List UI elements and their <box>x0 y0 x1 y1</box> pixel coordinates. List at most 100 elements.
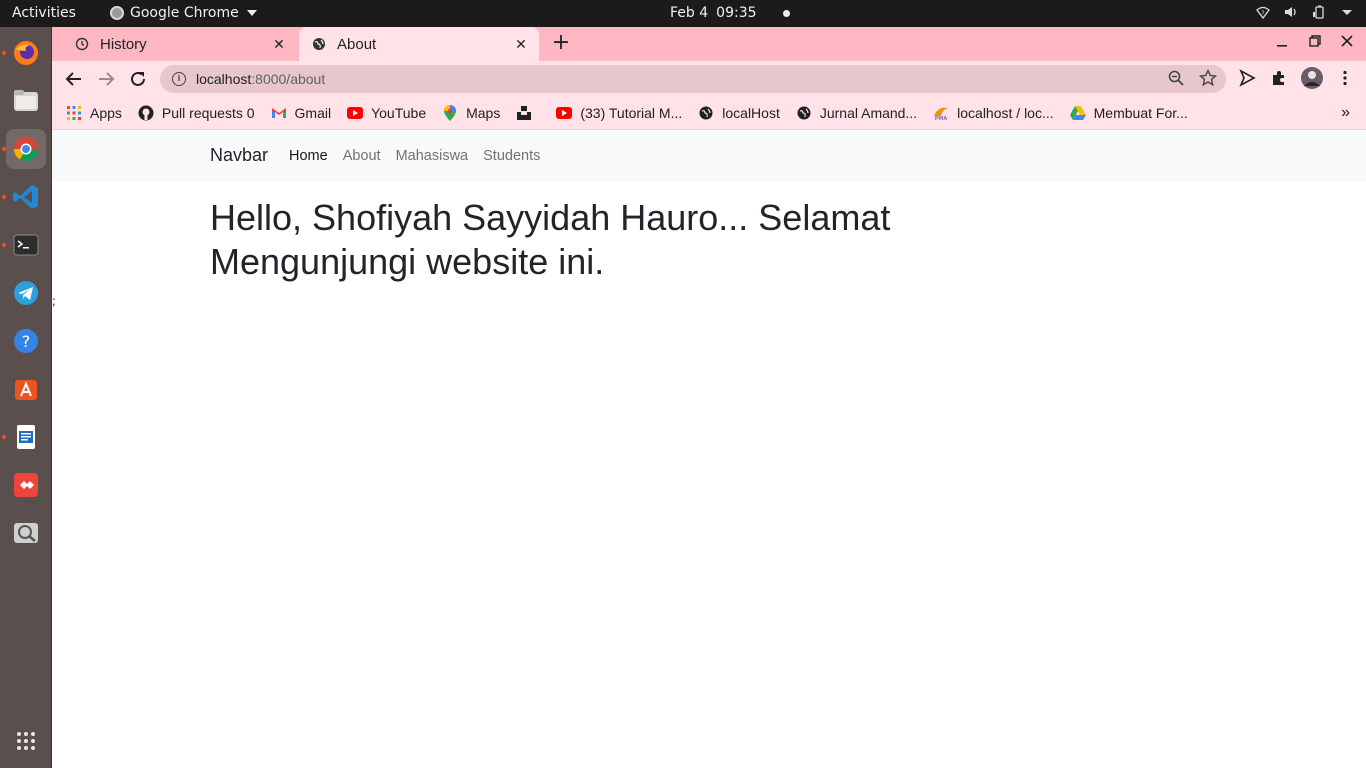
system-top-bar: Activities Google Chrome Feb 4 09:35 ? <box>0 0 1366 27</box>
bookmark-label: Gmail <box>294 105 332 121</box>
nav-link-mahasiswa[interactable]: Mahasiswa <box>396 148 469 164</box>
bookmark-star-icon[interactable] <box>1198 68 1218 87</box>
telegram-icon <box>14 281 38 305</box>
more-menu-icon[interactable] <box>1336 69 1354 87</box>
screenshot-icon <box>14 523 38 543</box>
svg-text:PMA: PMA <box>935 116 948 120</box>
bookmark-gmail[interactable]: Gmail <box>271 105 332 121</box>
close-icon[interactable]: ✕ <box>513 36 529 52</box>
history-icon <box>74 36 90 52</box>
close-icon[interactable]: ✕ <box>271 36 287 52</box>
minimize-icon[interactable] <box>1276 35 1288 51</box>
bookmark-membuat[interactable]: Membuat For... <box>1069 105 1188 121</box>
app-menu[interactable]: Google Chrome <box>110 5 257 21</box>
dock-libreoffice-writer[interactable] <box>6 417 46 457</box>
bookmark-localhost[interactable]: localHost <box>698 105 780 121</box>
close-window-icon[interactable] <box>1341 35 1353 51</box>
zoom-icon[interactable] <box>1167 69 1185 87</box>
wifi-icon: ? <box>1256 5 1270 20</box>
nav-link-students[interactable]: Students <box>483 148 540 164</box>
tab-title: History <box>100 35 147 53</box>
bookmark-unsplash[interactable] <box>516 105 540 121</box>
bookmark-jurnal[interactable]: Jurnal Amand... <box>796 105 917 121</box>
tab-title: About <box>337 35 377 53</box>
clock-date: Feb 4 <box>670 5 709 21</box>
clock[interactable]: Feb 4 09:35 <box>670 5 790 21</box>
svg-text:?: ? <box>1261 10 1264 17</box>
volume-icon <box>1284 5 1298 19</box>
globe-icon <box>311 36 327 52</box>
dock-firefox[interactable] <box>6 33 46 73</box>
extensions-icon[interactable] <box>1270 69 1288 87</box>
dock: ? <box>0 27 52 768</box>
bookmark-label: YouTube <box>371 105 427 121</box>
clock-time: 09:35 <box>716 5 757 21</box>
back-icon[interactable] <box>64 69 84 89</box>
address-bar[interactable]: i localhost:8000/about <box>160 65 1226 93</box>
apps-grid-icon <box>66 105 82 121</box>
site-navbar: Navbar Home About Mahasiswa Students <box>52 131 1366 181</box>
youtube-icon <box>556 105 573 121</box>
bookmark-apps[interactable]: Apps <box>66 105 122 121</box>
stray-text: ; <box>52 294 57 308</box>
bookmark-label: Maps <box>466 105 501 121</box>
reload-icon[interactable] <box>128 69 148 89</box>
web-page: Navbar Home About Mahasiswa Students Hel… <box>52 131 1366 768</box>
browser-toolbar: i localhost:8000/about <box>52 61 1366 97</box>
svg-text:?: ? <box>22 332 31 351</box>
bookmark-maps[interactable]: Maps <box>442 105 500 121</box>
bookmark-youtube[interactable]: YouTube <box>347 105 426 121</box>
bookmark-tutorial[interactable]: (33) Tutorial M... <box>556 105 682 121</box>
system-tray[interactable]: ? <box>1256 5 1354 20</box>
caret-down-icon <box>246 10 257 16</box>
app-menu-label: Google Chrome <box>130 5 239 21</box>
dock-show-apps[interactable] <box>6 721 46 761</box>
bookmark-label: (33) Tutorial M... <box>580 105 683 121</box>
chrome-window: History ✕ About ✕ + i localhost:8000/ab… <box>52 27 1366 768</box>
dock-chrome[interactable] <box>6 129 46 169</box>
tab-history[interactable]: History ✕ <box>60 27 297 61</box>
globe-icon <box>698 105 714 121</box>
dock-files[interactable] <box>6 81 46 121</box>
dock-screenshot[interactable] <box>6 513 46 553</box>
dock-help[interactable]: ? <box>6 321 46 361</box>
navbar-links: Home About Mahasiswa Students <box>289 148 540 164</box>
forward-icon[interactable] <box>96 69 116 89</box>
profile-avatar[interactable] <box>1301 67 1323 89</box>
vscode-icon <box>13 185 38 209</box>
dock-anydesk[interactable] <box>6 465 46 505</box>
anydesk-icon <box>14 473 38 497</box>
site-info-icon[interactable]: i <box>172 72 186 86</box>
navbar-brand[interactable]: Navbar <box>210 145 268 166</box>
tab-about[interactable]: About ✕ <box>299 27 539 61</box>
github-icon <box>138 105 154 121</box>
dock-terminal[interactable] <box>6 225 46 265</box>
software-center-icon <box>15 380 37 400</box>
files-icon <box>14 90 38 111</box>
activities-button[interactable]: Activities <box>12 5 76 21</box>
bookmark-label: Jurnal Amand... <box>819 105 918 121</box>
bookmark-pull-requests[interactable]: Pull requests 0 <box>138 105 255 121</box>
nav-link-home[interactable]: Home <box>289 148 328 164</box>
system-menu-caret-icon <box>1340 5 1354 19</box>
chrome-small-icon <box>110 6 124 20</box>
nav-link-about[interactable]: About <box>343 148 381 164</box>
dock-telegram[interactable] <box>6 273 46 313</box>
send-tab-icon[interactable] <box>1238 69 1256 87</box>
dock-vscode[interactable] <box>6 177 46 217</box>
libreoffice-writer-icon <box>17 425 35 449</box>
bookmark-label: Membuat For... <box>1093 105 1188 121</box>
apps-grid-icon <box>17 732 35 750</box>
restore-icon[interactable] <box>1309 35 1321 51</box>
gmail-icon <box>271 105 287 121</box>
new-tab-button[interactable]: + <box>549 32 573 55</box>
bookmarks-overflow-button[interactable]: » <box>1341 104 1350 122</box>
firefox-icon <box>14 41 38 65</box>
globe-icon <box>796 105 812 121</box>
dock-software-center[interactable] <box>6 369 46 409</box>
bookmark-label: Apps <box>90 105 122 121</box>
bookmarks-bar: Apps Pull requests 0 Gmail YouTube Maps <box>52 97 1366 130</box>
drive-icon <box>1069 105 1086 121</box>
bookmark-label: localHost <box>722 105 780 121</box>
bookmark-phpmyadmin[interactable]: PMA localhost / loc... <box>933 105 1054 121</box>
